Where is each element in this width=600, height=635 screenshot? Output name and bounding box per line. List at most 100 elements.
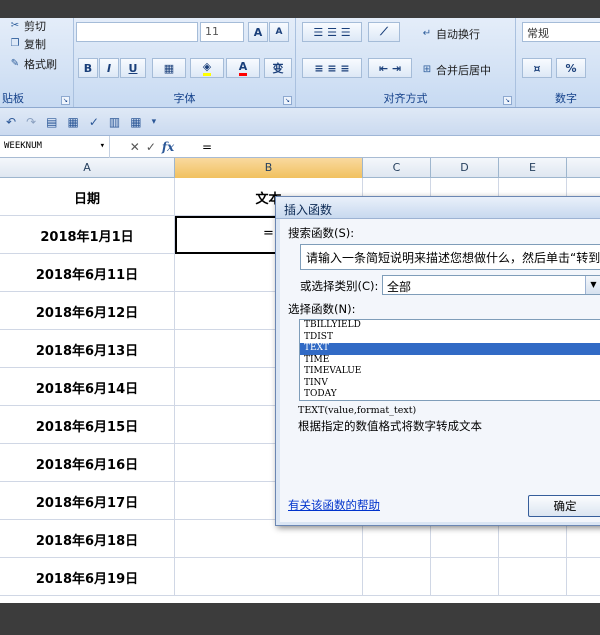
date-cell[interactable]: 2018年6月15日 — [0, 406, 175, 444]
enter-icon[interactable]: ✓ — [146, 140, 156, 154]
insert-function-dialog: 插入函数 搜索函数(S): 请输入一条简短说明来描述您想做什么，然后单击“转到”… — [275, 196, 600, 526]
date-cell[interactable]: 2018年6月17日 — [0, 482, 175, 520]
column-header-c[interactable]: C — [363, 158, 431, 178]
dropdown-arrow-icon[interactable]: ▾ — [100, 141, 105, 153]
empty-cell[interactable] — [499, 558, 567, 596]
bottom-bar — [0, 603, 600, 635]
cancel-icon[interactable]: ✕ — [130, 140, 140, 154]
empty-cell[interactable] — [567, 558, 600, 596]
function-list-item[interactable]: TEXT — [300, 343, 600, 355]
function-signature: TEXT(value,format_text) — [298, 405, 417, 416]
date-cell[interactable]: 2018年6月12日 — [0, 292, 175, 330]
italic-button[interactable]: I — [99, 58, 119, 78]
alignment-group: ☰ ☰ ☰ ⟋ ↵ 自动换行 ≡ ≡ ≡ ⇤ ⇥ ⊞ 合并后居中 对齐方式 ↘ — [296, 18, 516, 107]
customize-arrow-icon[interactable]: ▾ — [152, 117, 157, 127]
column-header-a[interactable]: A — [0, 158, 175, 178]
function-description: 根据指定的数值格式将数字转成文本 — [298, 419, 482, 433]
date-cell[interactable]: 2018年6月14日 — [0, 368, 175, 406]
chart-icon[interactable]: ▥ — [109, 115, 120, 129]
ok-button[interactable]: 确定 — [528, 495, 600, 517]
indent-buttons[interactable]: ⇤ ⇥ — [368, 58, 412, 78]
search-function-label: 搜索函数(S): — [288, 226, 355, 240]
date-cell[interactable]: 2018年6月19日 — [0, 558, 175, 596]
clipboard-launcher-icon[interactable]: ↘ — [61, 96, 70, 105]
font-size-combo[interactable]: 11 — [200, 22, 244, 42]
paste-icon[interactable]: ▤ — [46, 115, 57, 129]
date-cell[interactable]: 2018年6月16日 — [0, 444, 175, 482]
merge-icon: ⊞ — [422, 64, 432, 75]
copy-icon: ❐ — [10, 38, 20, 49]
cell-a1[interactable]: 日期 — [0, 178, 175, 216]
align-top-icon: ☰ ☰ ☰ — [313, 25, 351, 39]
grow-font-button[interactable]: A — [248, 22, 268, 42]
format-painter-button[interactable]: ✎ 格式刷 — [8, 56, 57, 72]
ribbon: ✂ 剪切 ❐ 复制 ✎ 格式刷 贴板 ↘ 11 A A B I U ▦ ◈ A 变 字… — [0, 18, 600, 108]
table-icon[interactable]: ▦ — [67, 115, 78, 129]
date-cell[interactable]: 2018年1月1日 — [0, 216, 175, 254]
empty-cell[interactable] — [363, 558, 431, 596]
font-color-icon: A — [238, 60, 248, 76]
grid-icon[interactable]: ▦ — [130, 115, 141, 129]
function-list-item[interactable]: TDIST — [300, 332, 600, 344]
border-button[interactable]: ▦ — [152, 58, 186, 78]
category-select[interactable]: 全部 ▼ — [382, 275, 600, 295]
phonetic-button[interactable]: 变 — [264, 58, 292, 78]
bold-button[interactable]: B — [78, 58, 98, 78]
currency-icon: ¤ — [533, 61, 541, 75]
formula-buttons: ✕ ✓ fx — [110, 140, 194, 154]
wrap-text-button[interactable]: ↵ 自动换行 — [420, 26, 480, 42]
insert-function-button[interactable]: fx — [162, 140, 174, 154]
number-group-label: 数字 — [555, 92, 577, 105]
indent-icon: ⇤ ⇥ — [378, 61, 402, 75]
font-group-label: 字体 — [173, 92, 196, 105]
undo-icon[interactable]: ↶ — [6, 115, 16, 129]
date-cell[interactable]: 2018年6月18日 — [0, 520, 175, 558]
column-header-f[interactable] — [567, 158, 600, 178]
border-icon: ▦ — [163, 61, 175, 75]
dialog-body: 搜索函数(S): 请输入一条简短说明来描述您想做什么，然后单击“转到” 或选择类… — [280, 219, 600, 522]
font-launcher-icon[interactable]: ↘ — [283, 96, 292, 105]
formula-input[interactable]: = — [194, 140, 212, 154]
text-cell[interactable] — [175, 558, 363, 596]
number-format-combo[interactable]: 常规 — [522, 22, 600, 42]
column-header-e[interactable]: E — [499, 158, 567, 178]
dialog-title: 插入函数 — [276, 197, 600, 219]
font-color-button[interactable]: A — [226, 58, 260, 78]
help-link[interactable]: 有关该函数的帮助 — [288, 497, 380, 513]
font-group: 11 A A B I U ▦ ◈ A 变 字体 ↘ — [74, 18, 296, 107]
function-list[interactable]: TBILLYIELD TDIST TEXT TIME TIMEVALUE TINV TODA… — [299, 319, 600, 401]
name-box[interactable]: WEEKNUM ▾ — [0, 135, 110, 158]
fill-color-button[interactable]: ◈ — [190, 58, 224, 78]
alignment-launcher-icon[interactable]: ↘ — [503, 96, 512, 105]
function-list-item[interactable]: TIMEVALUE — [300, 366, 600, 378]
date-cell[interactable]: 2018年6月11日 — [0, 254, 175, 292]
currency-button[interactable]: ¤ — [522, 58, 552, 78]
column-header-d[interactable]: D — [431, 158, 499, 178]
align-left-icon: ≡ ≡ ≡ — [314, 61, 350, 75]
underline-button[interactable]: U — [120, 58, 146, 78]
vertical-align-buttons[interactable]: ☰ ☰ ☰ — [302, 22, 362, 42]
percent-button[interactable]: % — [556, 58, 586, 78]
font-name-combo[interactable] — [76, 22, 198, 42]
date-cell[interactable]: 2018年6月13日 — [0, 330, 175, 368]
horizontal-align-buttons[interactable]: ≡ ≡ ≡ — [302, 58, 362, 78]
cut-button[interactable]: ✂ 剪切 — [8, 18, 46, 34]
merge-center-button[interactable]: ⊞ 合并后居中 — [420, 62, 491, 78]
spell-check-icon[interactable]: ✓ — [89, 115, 99, 129]
empty-cell[interactable] — [431, 558, 499, 596]
orientation-button[interactable]: ⟋ — [368, 22, 400, 42]
number-group: 常规 ¤ % 数字 — [516, 18, 600, 107]
search-function-input[interactable]: 请输入一条简短说明来描述您想做什么，然后单击“转到” — [300, 244, 600, 270]
scissors-icon: ✂ — [10, 20, 20, 31]
copy-button[interactable]: ❐ 复制 — [8, 36, 46, 52]
function-list-item[interactable]: TINV — [300, 378, 600, 390]
function-list-item[interactable]: TBILLYIELD — [300, 320, 600, 332]
chevron-down-icon[interactable]: ▼ — [585, 276, 600, 294]
brush-icon: ✎ — [10, 58, 20, 69]
column-header-b[interactable]: B — [175, 158, 363, 178]
function-list-item[interactable]: TIME — [300, 355, 600, 367]
quick-access-toolbar: ↶ ↷ ▤ ▦ ✓ ▥ ▦ ▾ — [0, 108, 600, 136]
function-list-item[interactable]: TODAY — [300, 389, 600, 400]
shrink-font-button[interactable]: A — [269, 22, 289, 42]
redo-icon[interactable]: ↷ — [26, 115, 36, 129]
